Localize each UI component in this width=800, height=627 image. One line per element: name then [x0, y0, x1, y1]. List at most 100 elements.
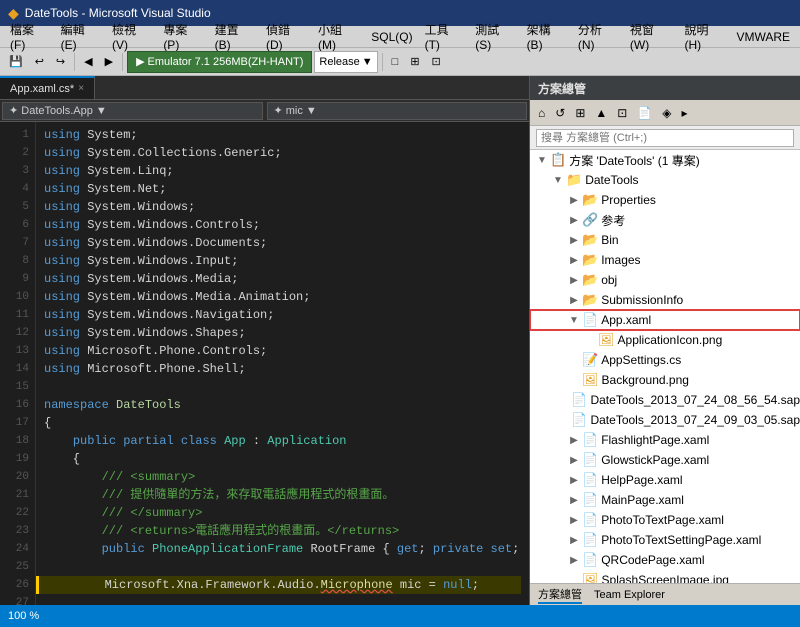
sol-tab-team-explorer[interactable]: Team Explorer: [594, 589, 665, 601]
solution-search-input[interactable]: [536, 129, 794, 147]
tree-phototosetting[interactable]: 📄 PhotoToTextSettingPage.xaml: [530, 530, 800, 550]
menu-arch[interactable]: 架構(B): [521, 19, 572, 54]
code-nav-right[interactable]: ✦ mic ▼: [267, 102, 528, 120]
tab-bar: App.xaml.cs* ×: [0, 76, 529, 100]
code-line-22: /// </summary>: [44, 504, 521, 522]
sol-home-btn[interactable]: ⌂: [534, 103, 549, 123]
menu-vmware[interactable]: VMWARE: [730, 28, 796, 46]
bin-arrow[interactable]: [566, 235, 582, 246]
toolbar-sep-3: [382, 53, 383, 71]
photototext-arrow[interactable]: [566, 515, 582, 526]
zoom-level: 100 %: [8, 610, 39, 622]
tree-properties[interactable]: 📂 Properties: [530, 190, 800, 210]
solution-arrow[interactable]: [534, 155, 550, 166]
code-line-13: using Microsoft.Phone.Controls;: [44, 342, 521, 360]
sol-tab-solution-explorer[interactable]: 方案總管: [538, 586, 582, 604]
toolbar-btn-extra3[interactable]: ⊡: [427, 51, 446, 73]
appxaml-arrow[interactable]: [566, 315, 582, 326]
sol-props-btn[interactable]: ⊡: [613, 103, 631, 123]
menu-edit[interactable]: 編輯(E): [55, 19, 106, 54]
tree-images[interactable]: 📂 Images: [530, 250, 800, 270]
glowstick-arrow[interactable]: [566, 455, 582, 466]
sap1-icon: 📄: [571, 392, 587, 408]
menu-build[interactable]: 建置(B): [209, 19, 260, 54]
toolbar-save[interactable]: 💾: [4, 51, 28, 73]
sol-collapse-btn[interactable]: ▲: [591, 103, 611, 123]
submission-arrow[interactable]: [566, 295, 582, 306]
menu-test[interactable]: 測試(S): [469, 19, 520, 54]
solution-tree[interactable]: 📋 方案 'DateTools' (1 專案) 📁 DateTools 📂 Pr…: [530, 150, 800, 583]
code-line-14: using Microsoft.Phone.Shell;: [44, 360, 521, 378]
sol-extra-btn2[interactable]: ▸: [678, 103, 692, 123]
tree-datetools-sap1[interactable]: 📄 DateTools_2013_07_24_08_56_54.sap: [530, 390, 800, 410]
helppage-arrow[interactable]: [566, 475, 582, 486]
tree-splashscreen[interactable]: 🖼 SplashScreenImage.jpg: [530, 570, 800, 583]
toolbar-btn-extra2[interactable]: ⊞: [405, 51, 424, 73]
tab-close-appxaml[interactable]: ×: [78, 83, 84, 94]
toolbar-redo[interactable]: ↪: [51, 51, 70, 73]
splashscreen-label: SplashScreenImage.jpg: [602, 573, 729, 583]
sol-filter-btn[interactable]: ⊞: [571, 103, 589, 123]
properties-arrow[interactable]: [566, 195, 582, 206]
flashlight-label: FlashlightPage.xaml: [601, 433, 709, 447]
solution-icon: 📋: [550, 152, 566, 168]
solution-explorer-title: 方案總管: [538, 80, 586, 97]
submissioninfo-label: SubmissionInfo: [601, 293, 683, 307]
references-arrow[interactable]: [566, 215, 582, 226]
datetools-arrow[interactable]: [550, 175, 566, 186]
tab-appxaml[interactable]: App.xaml.cs* ×: [0, 76, 95, 99]
tree-bin[interactable]: 📂 Bin: [530, 230, 800, 250]
flashlight-arrow[interactable]: [566, 435, 582, 446]
code-content[interactable]: using System; using System.Collections.G…: [36, 122, 529, 605]
sol-refresh-btn[interactable]: ↺: [551, 103, 569, 123]
tree-datetools[interactable]: 📁 DateTools: [530, 170, 800, 190]
menu-team[interactable]: 小組(M): [312, 19, 365, 54]
tree-glowstick[interactable]: 📄 GlowstickPage.xaml: [530, 450, 800, 470]
mainpage-arrow[interactable]: [566, 495, 582, 506]
tree-helppage[interactable]: 📄 HelpPage.xaml: [530, 470, 800, 490]
toolbar-btn-extra1[interactable]: □: [387, 51, 404, 73]
code-line-8: using System.Windows.Input;: [44, 252, 521, 270]
code-nav-left[interactable]: ✦ DateTools.App ▼: [2, 102, 263, 120]
tree-appicon[interactable]: 🖼 ApplicationIcon.png: [530, 330, 800, 350]
bin-label: Bin: [601, 233, 618, 247]
toolbar-forward[interactable]: ▶: [100, 51, 118, 73]
menu-view[interactable]: 檢視(V): [106, 19, 157, 54]
tree-obj[interactable]: 📂 obj: [530, 270, 800, 290]
sol-showfile-btn[interactable]: 📄: [633, 103, 656, 123]
toolbar-back[interactable]: ◀: [79, 51, 97, 73]
menu-project[interactable]: 專案(P): [157, 19, 208, 54]
tree-submissioninfo[interactable]: 📂 SubmissionInfo: [530, 290, 800, 310]
qrcode-arrow[interactable]: [566, 555, 582, 566]
menu-debug[interactable]: 偵錯(D): [260, 19, 312, 54]
code-line-26: Microsoft.Xna.Framework.Audio.Microphone…: [36, 576, 521, 594]
tree-datetools-sap2[interactable]: 📄 DateTools_2013_07_24_09_03_05.sap: [530, 410, 800, 430]
tree-flashlight[interactable]: 📄 FlashlightPage.xaml: [530, 430, 800, 450]
images-arrow[interactable]: [566, 255, 582, 266]
tree-appsettings[interactable]: 📝 AppSettings.cs: [530, 350, 800, 370]
sol-extra-btn1[interactable]: ◈: [658, 103, 675, 123]
tree-appxaml[interactable]: 📄 App.xaml: [530, 310, 800, 330]
tree-background[interactable]: 🖼 Background.png: [530, 370, 800, 390]
tree-photototext[interactable]: 📄 PhotoToTextPage.xaml: [530, 510, 800, 530]
menu-window[interactable]: 視窗(W): [624, 19, 679, 54]
tree-mainpage[interactable]: 📄 MainPage.xaml: [530, 490, 800, 510]
line-numbers: 12345 678910 1112131415 1617181920 21222…: [0, 122, 36, 605]
menu-tools[interactable]: 工具(T): [419, 19, 470, 54]
config-dropdown[interactable]: Release ▼: [314, 51, 377, 73]
tree-solution-root[interactable]: 📋 方案 'DateTools' (1 專案): [530, 150, 800, 170]
run-button[interactable]: ▶ Emulator 7.1 256MB(ZH-HANT): [127, 51, 312, 73]
tree-references[interactable]: 🔗 参考: [530, 210, 800, 230]
code-line-16: namespace DateTools: [44, 396, 521, 414]
tree-qrcode[interactable]: 📄 QRCodePage.xaml: [530, 550, 800, 570]
menu-file[interactable]: 檔案(F): [4, 19, 55, 54]
datetools-label: DateTools: [585, 173, 638, 187]
menu-sql[interactable]: SQL(Q): [365, 28, 418, 46]
menu-help[interactable]: 說明(H): [678, 19, 730, 54]
menu-analyze[interactable]: 分析(N): [572, 19, 624, 54]
toolbar-undo[interactable]: ↩: [30, 51, 49, 73]
helppage-icon: 📄: [582, 472, 598, 488]
phototosetting-arrow[interactable]: [566, 535, 582, 546]
obj-arrow[interactable]: [566, 275, 582, 286]
code-area[interactable]: 12345 678910 1112131415 1617181920 21222…: [0, 122, 529, 605]
